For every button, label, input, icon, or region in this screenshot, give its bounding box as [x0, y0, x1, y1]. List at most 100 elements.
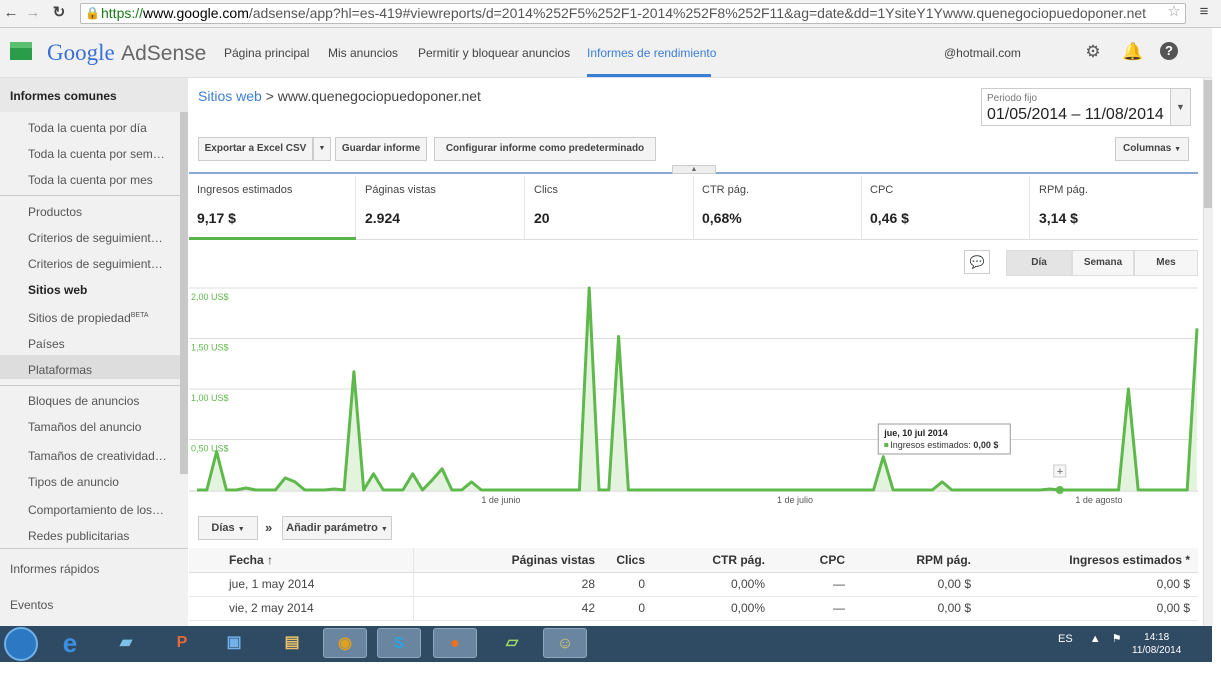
annotation-icon[interactable]: 💬	[964, 250, 990, 274]
metric-label: CPC	[870, 184, 894, 196]
sidebar-item-account-week[interactable]: Toda la cuenta por sem…	[28, 147, 178, 161]
sidebar-item-behavior[interactable]: Comportamiento de los…	[28, 503, 178, 517]
internet-explorer-icon[interactable]: e	[48, 628, 92, 658]
earnings-chart[interactable]: 2,00 US$ 1,50 US$ 1,00 US$ 0,50 US$ 1 de ju…	[189, 280, 1200, 510]
col-date[interactable]: Fecha ↑	[189, 548, 414, 573]
users-icon[interactable]: ☺	[543, 628, 587, 658]
plus-icon[interactable]: +	[1053, 464, 1067, 478]
sidebar-item-sites[interactable]: Sitios web	[28, 283, 178, 297]
metric-cpc[interactable]: CPC 0,46 $	[862, 176, 1030, 240]
cell-page-rpm: 0,00 $	[853, 596, 979, 621]
table-row: vie, 2 may 2014 42 0 0,00% — 0,00 $ 0,00…	[189, 596, 1198, 621]
nav-home[interactable]: Página principal	[224, 46, 309, 60]
sidebar-section-events[interactable]: Eventos	[10, 598, 53, 612]
sidebar-item-tracking-1[interactable]: Criterios de seguimient…	[28, 231, 178, 245]
sidebar-item-creative-sizes[interactable]: Tamaños de creatividad…	[28, 449, 178, 463]
set-default-report-button[interactable]: Configurar informe como predeterminado	[434, 137, 656, 161]
bookmark-star-icon[interactable]: ☆	[1165, 3, 1183, 21]
address-bar[interactable]: 🔒 https://www.google.com/adsense/app?hl=e…	[80, 3, 1186, 24]
page-scrollbar-thumb[interactable]	[1204, 80, 1212, 208]
clock-date: 11/08/2014	[1132, 645, 1182, 656]
y-tick-label: 1,50 US$	[191, 343, 229, 353]
logo[interactable]: Google AdSense	[47, 39, 206, 66]
sidebar-item-ad-units[interactable]: Bloques de anuncios	[28, 394, 178, 408]
forward-icon[interactable]: →	[24, 4, 42, 22]
flag-icon[interactable]: ⚑	[1112, 633, 1122, 645]
export-dropdown-chevron-icon[interactable]: ▼	[313, 137, 331, 161]
clock[interactable]: 14:18 11/08/2014	[1132, 631, 1181, 657]
sidebar-item-owned-sites[interactable]: Sitios de propiedadBETA	[28, 311, 178, 325]
sidebar-section-quick-reports[interactable]: Informes rápidos	[10, 562, 99, 576]
col-page-rpm[interactable]: RPM pág.	[853, 548, 979, 573]
tray-expand-icon[interactable]: ▲	[1090, 633, 1101, 645]
col-page-views[interactable]: Páginas vistas	[413, 548, 603, 573]
gear-icon[interactable]: ⚙	[1083, 42, 1103, 62]
columns-button[interactable]: Columnas ▼	[1115, 137, 1189, 161]
cell-page-ctr: 0,00%	[653, 596, 773, 621]
url-host: www.google.com	[143, 5, 249, 21]
lock-icon: 🔒	[85, 6, 100, 20]
plus-glyph: +	[1057, 466, 1063, 478]
sidebar-item-account-month[interactable]: Toda la cuenta por mes	[28, 173, 178, 187]
sidebar-scrollbar[interactable]	[180, 112, 188, 474]
nav-allow-block[interactable]: Permitir y bloquear anuncios	[418, 46, 570, 60]
bell-icon[interactable]: 🔔	[1122, 42, 1143, 62]
columns-label: Columnas	[1122, 143, 1172, 154]
collapse-chart-toggle[interactable]: ▲	[672, 165, 716, 174]
reload-icon[interactable]: ↻	[50, 4, 68, 22]
range-month-button[interactable]: Mes	[1134, 250, 1198, 276]
firefox-icon[interactable]: ●	[433, 628, 477, 658]
tooltip-swatch	[884, 443, 889, 447]
sidebar-item-owned-sites-label: Sitios de propiedad	[28, 311, 131, 325]
language-indicator[interactable]: ES	[1058, 633, 1073, 645]
col-clicks[interactable]: Clics	[603, 548, 653, 573]
sidebar-item-ad-sizes[interactable]: Tamaños del anuncio	[28, 420, 178, 434]
metric-page-views[interactable]: Páginas vistas 2.924	[357, 176, 525, 240]
help-icon[interactable]: ?	[1160, 42, 1178, 60]
chevron-down-icon[interactable]: ▼	[1170, 89, 1190, 125]
export-csv-button[interactable]: Exportar a Excel CSV	[198, 137, 313, 161]
metric-estimated-earnings[interactable]: Ingresos estimados 9,17 $	[189, 176, 356, 240]
powerpoint-icon[interactable]: P	[160, 628, 204, 658]
skype-icon[interactable]: S	[377, 628, 421, 658]
metric-page-ctr[interactable]: CTR pág. 0,68%	[694, 176, 862, 240]
metric-value: 9,17 $	[197, 210, 236, 226]
sidebar-divider	[0, 195, 180, 196]
back-icon[interactable]: ←	[2, 4, 20, 22]
sidebar-item-countries[interactable]: Países	[28, 337, 178, 351]
system-tray: ES ▲ ⚑	[1058, 632, 1122, 645]
date-range-picker[interactable]: Periodo fijo 01/05/2014 – 11/08/2014 ▼	[981, 88, 1191, 126]
start-button-icon[interactable]	[4, 627, 38, 661]
col-cpc[interactable]: CPC	[773, 548, 853, 573]
metric-page-rpm[interactable]: RPM pág. 3,14 $	[1031, 176, 1198, 240]
breadcrumb-site: www.quenegociopuedoponer.net	[277, 88, 481, 104]
file-explorer-icon[interactable]: ▤	[270, 628, 314, 658]
group-by-dropdown[interactable]: Días ▼	[198, 516, 258, 540]
account-email[interactable]: @hotmail.com	[944, 46, 1021, 60]
url-scheme: https://	[101, 5, 144, 21]
sidebar-item-products[interactable]: Productos	[28, 205, 178, 219]
sidebar-item-ad-networks[interactable]: Redes publicitarias	[28, 529, 178, 543]
cell-clicks: 0	[603, 572, 653, 597]
add-parameter-dropdown[interactable]: Añadir parámetro ▼	[282, 516, 392, 540]
save-report-button[interactable]: Guardar informe	[335, 137, 427, 161]
nav-performance-reports[interactable]: Informes de rendimiento	[587, 46, 716, 60]
breadcrumb-sites-link[interactable]: Sitios web	[198, 88, 262, 104]
sidebar-item-ad-types[interactable]: Tipos de anuncio	[28, 475, 178, 489]
sidebar-item-account-day[interactable]: Toda la cuenta por día	[28, 121, 178, 135]
sticky-notes-icon[interactable]: ▱	[490, 628, 534, 658]
col-page-ctr[interactable]: CTR pág.	[653, 548, 773, 573]
notepad-icon[interactable]: ▰	[104, 628, 148, 658]
sidebar-item-tracking-2[interactable]: Criterios de seguimient…	[28, 257, 178, 271]
media-player-icon[interactable]: ▣	[212, 628, 256, 658]
sidebar-item-platforms[interactable]: Plataformas	[28, 363, 178, 377]
nav-my-ads[interactable]: Mis anuncios	[328, 46, 398, 60]
chrome-icon[interactable]: ◉	[323, 628, 367, 658]
menu-icon[interactable]: ≡	[1195, 3, 1213, 21]
metric-clicks[interactable]: Clics 20	[526, 176, 694, 240]
x-tick-label: 1 de agosto	[1075, 495, 1122, 505]
range-week-button[interactable]: Semana	[1072, 250, 1134, 276]
metric-label: CTR pág.	[702, 184, 750, 196]
col-estimated-earnings[interactable]: Ingresos estimados *	[979, 548, 1198, 573]
range-day-button[interactable]: Día	[1006, 250, 1072, 276]
